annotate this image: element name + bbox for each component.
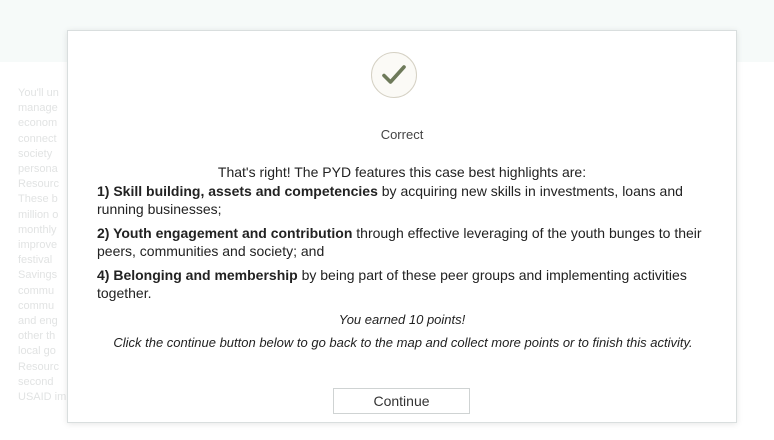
continue-button[interactable]: Continue [333, 388, 470, 414]
correct-indicator [371, 52, 417, 98]
feature-item: 4) Belonging and membership by being par… [97, 266, 722, 302]
points-earned: You earned 10 points! [338, 312, 466, 327]
feedback-dialog: Correct That's right! The PYD features t… [67, 30, 737, 423]
checkmark-icon [382, 65, 406, 84]
continue-instruction: Click the continue button below to go ba… [113, 335, 693, 350]
result-status: Correct [380, 127, 424, 142]
feature-title: 4) Belonging and membership [97, 267, 298, 283]
feature-item: 2) Youth engagement and contribution thr… [97, 224, 722, 260]
feedback-intro: That's right! The PYD features this case… [217, 164, 587, 180]
feature-item: 1) Skill building, assets and competenci… [97, 182, 722, 218]
feature-title: 1) Skill building, assets and competenci… [97, 183, 378, 199]
feature-title: 2) Youth engagement and contribution [97, 225, 353, 241]
page: You'll un manage econom connect society … [0, 0, 774, 440]
